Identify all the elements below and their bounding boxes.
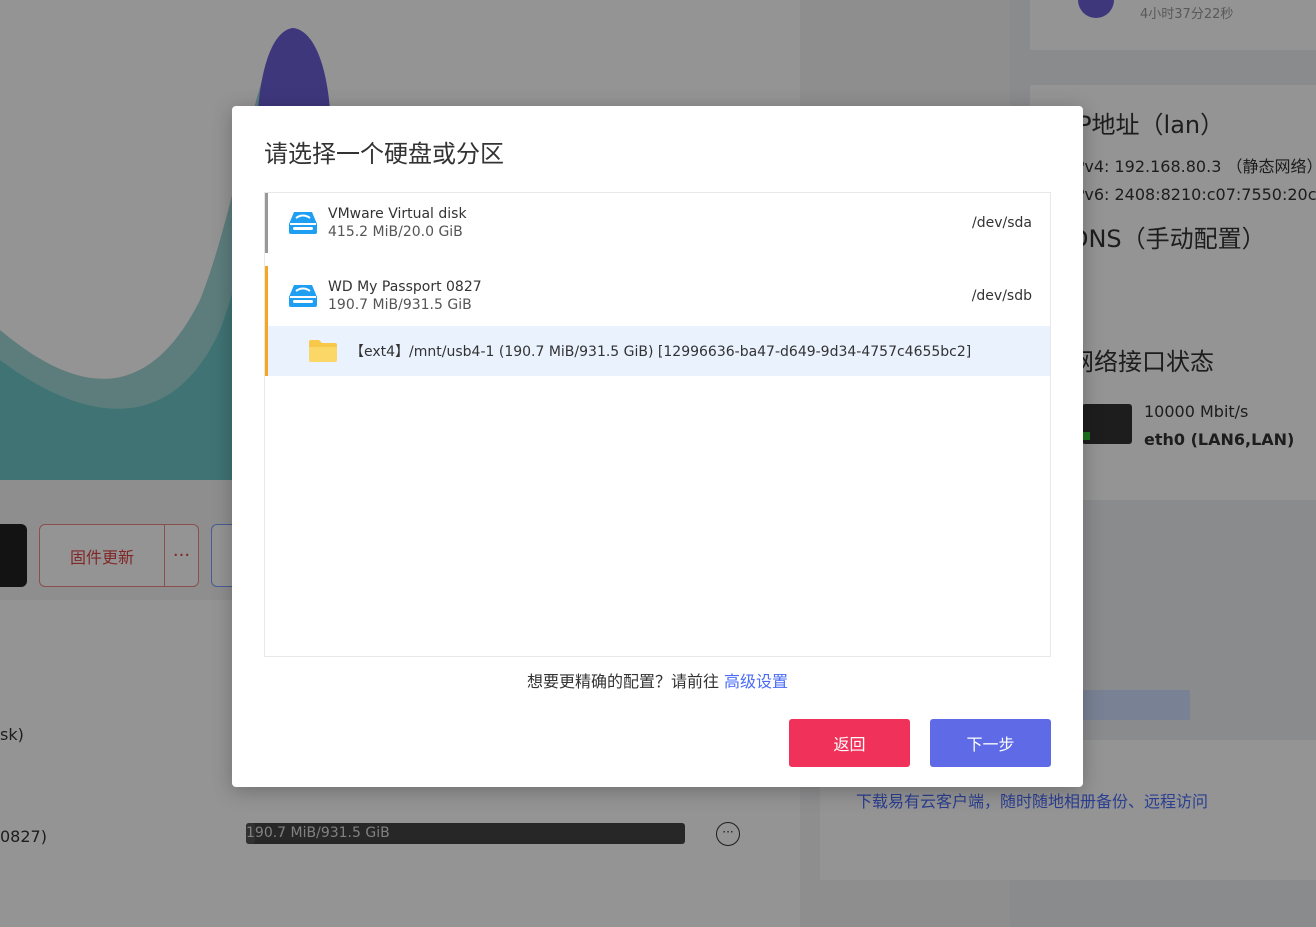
disk-item-sda[interactable]: VMware Virtual disk 415.2 MiB/20.0 GiB /… bbox=[265, 193, 1050, 253]
dialog-title: 请选择一个硬盘或分区 bbox=[264, 140, 504, 168]
folder-icon bbox=[309, 340, 337, 362]
disk-info: VMware Virtual disk 415.2 MiB/20.0 GiB bbox=[328, 205, 972, 241]
disk-size: 415.2 MiB/20.0 GiB bbox=[328, 224, 463, 240]
disk-info: WD My Passport 0827 190.7 MiB/931.5 GiB bbox=[328, 278, 972, 314]
partition-item-usb4-1[interactable]: 【ext4】/mnt/usb4-1 (190.7 MiB/931.5 GiB) … bbox=[265, 326, 1050, 376]
partition-label: 【ext4】/mnt/usb4-1 (190.7 MiB/931.5 GiB) … bbox=[350, 344, 972, 360]
hard-disk-icon bbox=[289, 285, 317, 307]
next-button[interactable]: 下一步 bbox=[930, 719, 1051, 767]
disk-list: VMware Virtual disk 415.2 MiB/20.0 GiB /… bbox=[264, 192, 1051, 657]
disk-device: /dev/sda bbox=[972, 215, 1032, 231]
hint-text: 想要更精确的配置？请前往 bbox=[526, 672, 725, 691]
disk-device: /dev/sdb bbox=[971, 288, 1032, 304]
disk-item-sdb[interactable]: WD My Passport 0827 190.7 MiB/931.5 GiB … bbox=[265, 266, 1050, 326]
advanced-settings-hint: 想要更精确的配置？请前往 高级设置 bbox=[232, 668, 1083, 692]
disk-name: VMware Virtual disk bbox=[328, 206, 467, 222]
hard-disk-icon bbox=[289, 212, 317, 234]
disk-name: WD My Passport 0827 bbox=[328, 279, 482, 295]
back-button[interactable]: 返回 bbox=[789, 719, 910, 767]
advanced-settings-link[interactable]: 高级设置 bbox=[724, 672, 788, 691]
select-disk-dialog: 请选择一个硬盘或分区 VMware Virtual disk 415.2 MiB… bbox=[232, 106, 1083, 787]
disk-size: 190.7 MiB/931.5 GiB bbox=[328, 297, 472, 313]
